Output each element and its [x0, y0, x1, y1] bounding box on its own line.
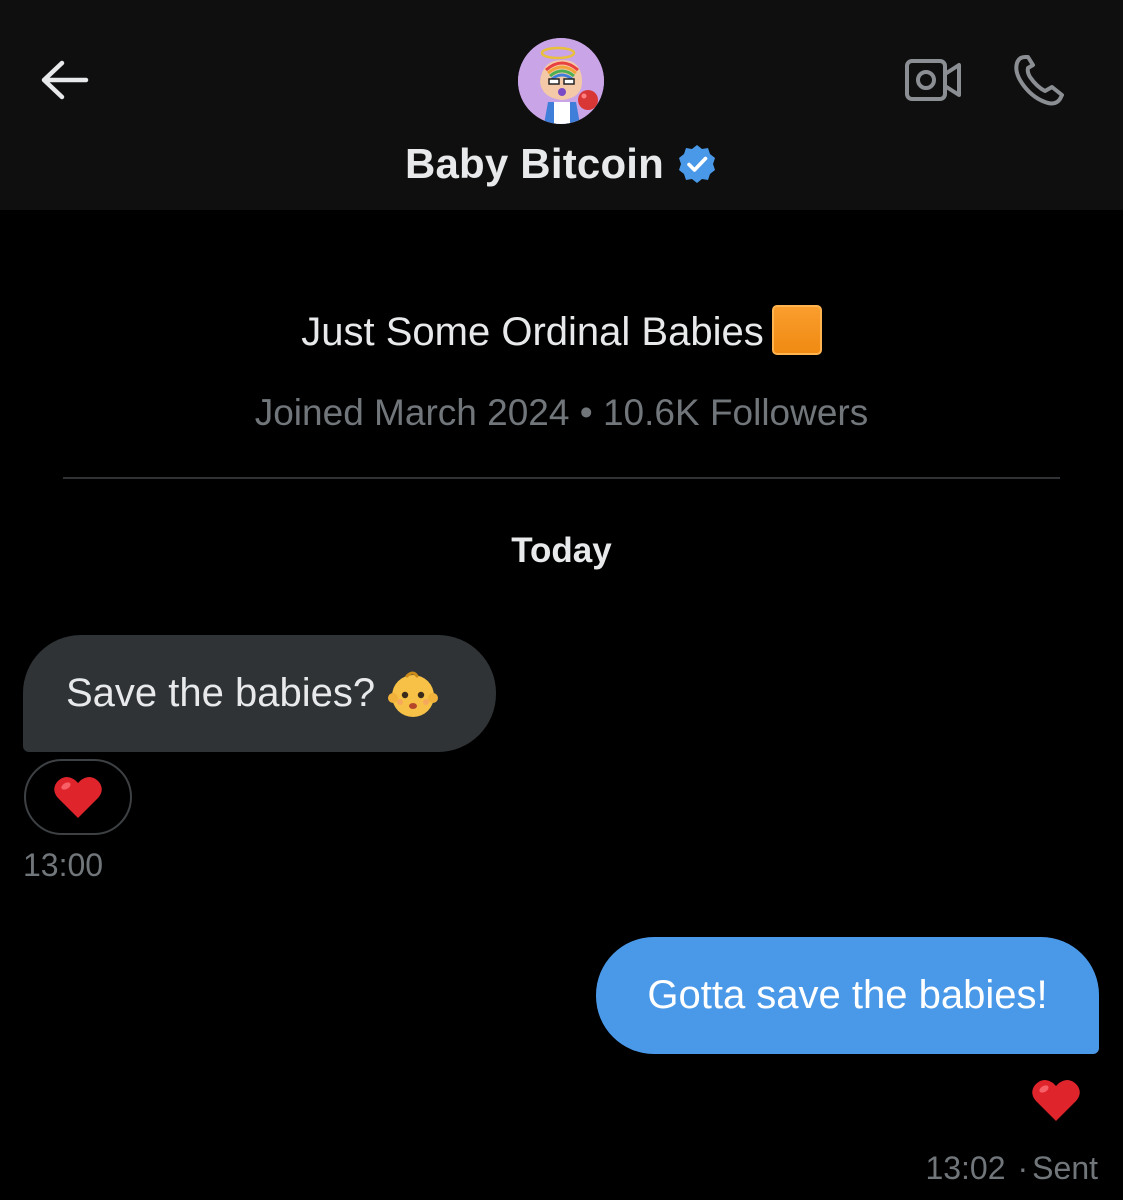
video-camera-icon	[905, 59, 961, 101]
divider	[63, 477, 1060, 479]
bio-text: Just Some Ordinal Babies	[301, 310, 764, 354]
arrow-left-icon	[41, 60, 89, 100]
video-call-button[interactable]	[900, 50, 966, 110]
followers-count[interactable]: 10.6K Followers	[603, 392, 868, 433]
message-text: Gotta save the babies!	[647, 973, 1048, 1017]
meta-separator: •	[579, 392, 593, 433]
message-reaction[interactable]	[24, 759, 132, 835]
conversation-header: Baby Bitcoin	[0, 0, 1123, 210]
message-reaction[interactable]	[1028, 1072, 1084, 1128]
profile-meta: Joined March 2024 • 10.6K Followers	[0, 388, 1123, 438]
sent-message-bubble[interactable]: Gotta save the babies!	[596, 937, 1099, 1054]
message-status: Sent	[1032, 1150, 1098, 1186]
voice-call-button[interactable]	[1006, 48, 1072, 112]
orange-square-emoji	[771, 305, 822, 355]
profile-bio: Just Some Ordinal Babies	[0, 302, 1123, 362]
verified-badge-icon	[676, 143, 718, 185]
status-separator: ·	[1017, 1150, 1029, 1186]
phone-icon	[1014, 55, 1064, 106]
date-separator: Today	[511, 531, 612, 570]
joined-date: Joined March 2024	[254, 392, 570, 433]
avatar[interactable]	[518, 38, 604, 124]
received-message-bubble[interactable]: Save the babies?	[23, 635, 496, 752]
message-timestamp: 13:00	[23, 847, 104, 883]
avatar-image	[518, 38, 604, 124]
contact-name-row[interactable]: Baby Bitcoin	[0, 136, 1123, 192]
message-timestamp: 13:02	[925, 1150, 1006, 1186]
contact-name: Baby Bitcoin	[404, 140, 665, 187]
message-timestamp-status: 13:02 · Sent	[925, 1148, 1098, 1188]
red-heart-emoji	[1032, 1079, 1080, 1121]
baby-emoji	[388, 671, 439, 717]
red-heart-emoji	[54, 776, 102, 818]
message-text: Save the babies?	[66, 671, 376, 715]
back-button[interactable]	[36, 52, 92, 108]
